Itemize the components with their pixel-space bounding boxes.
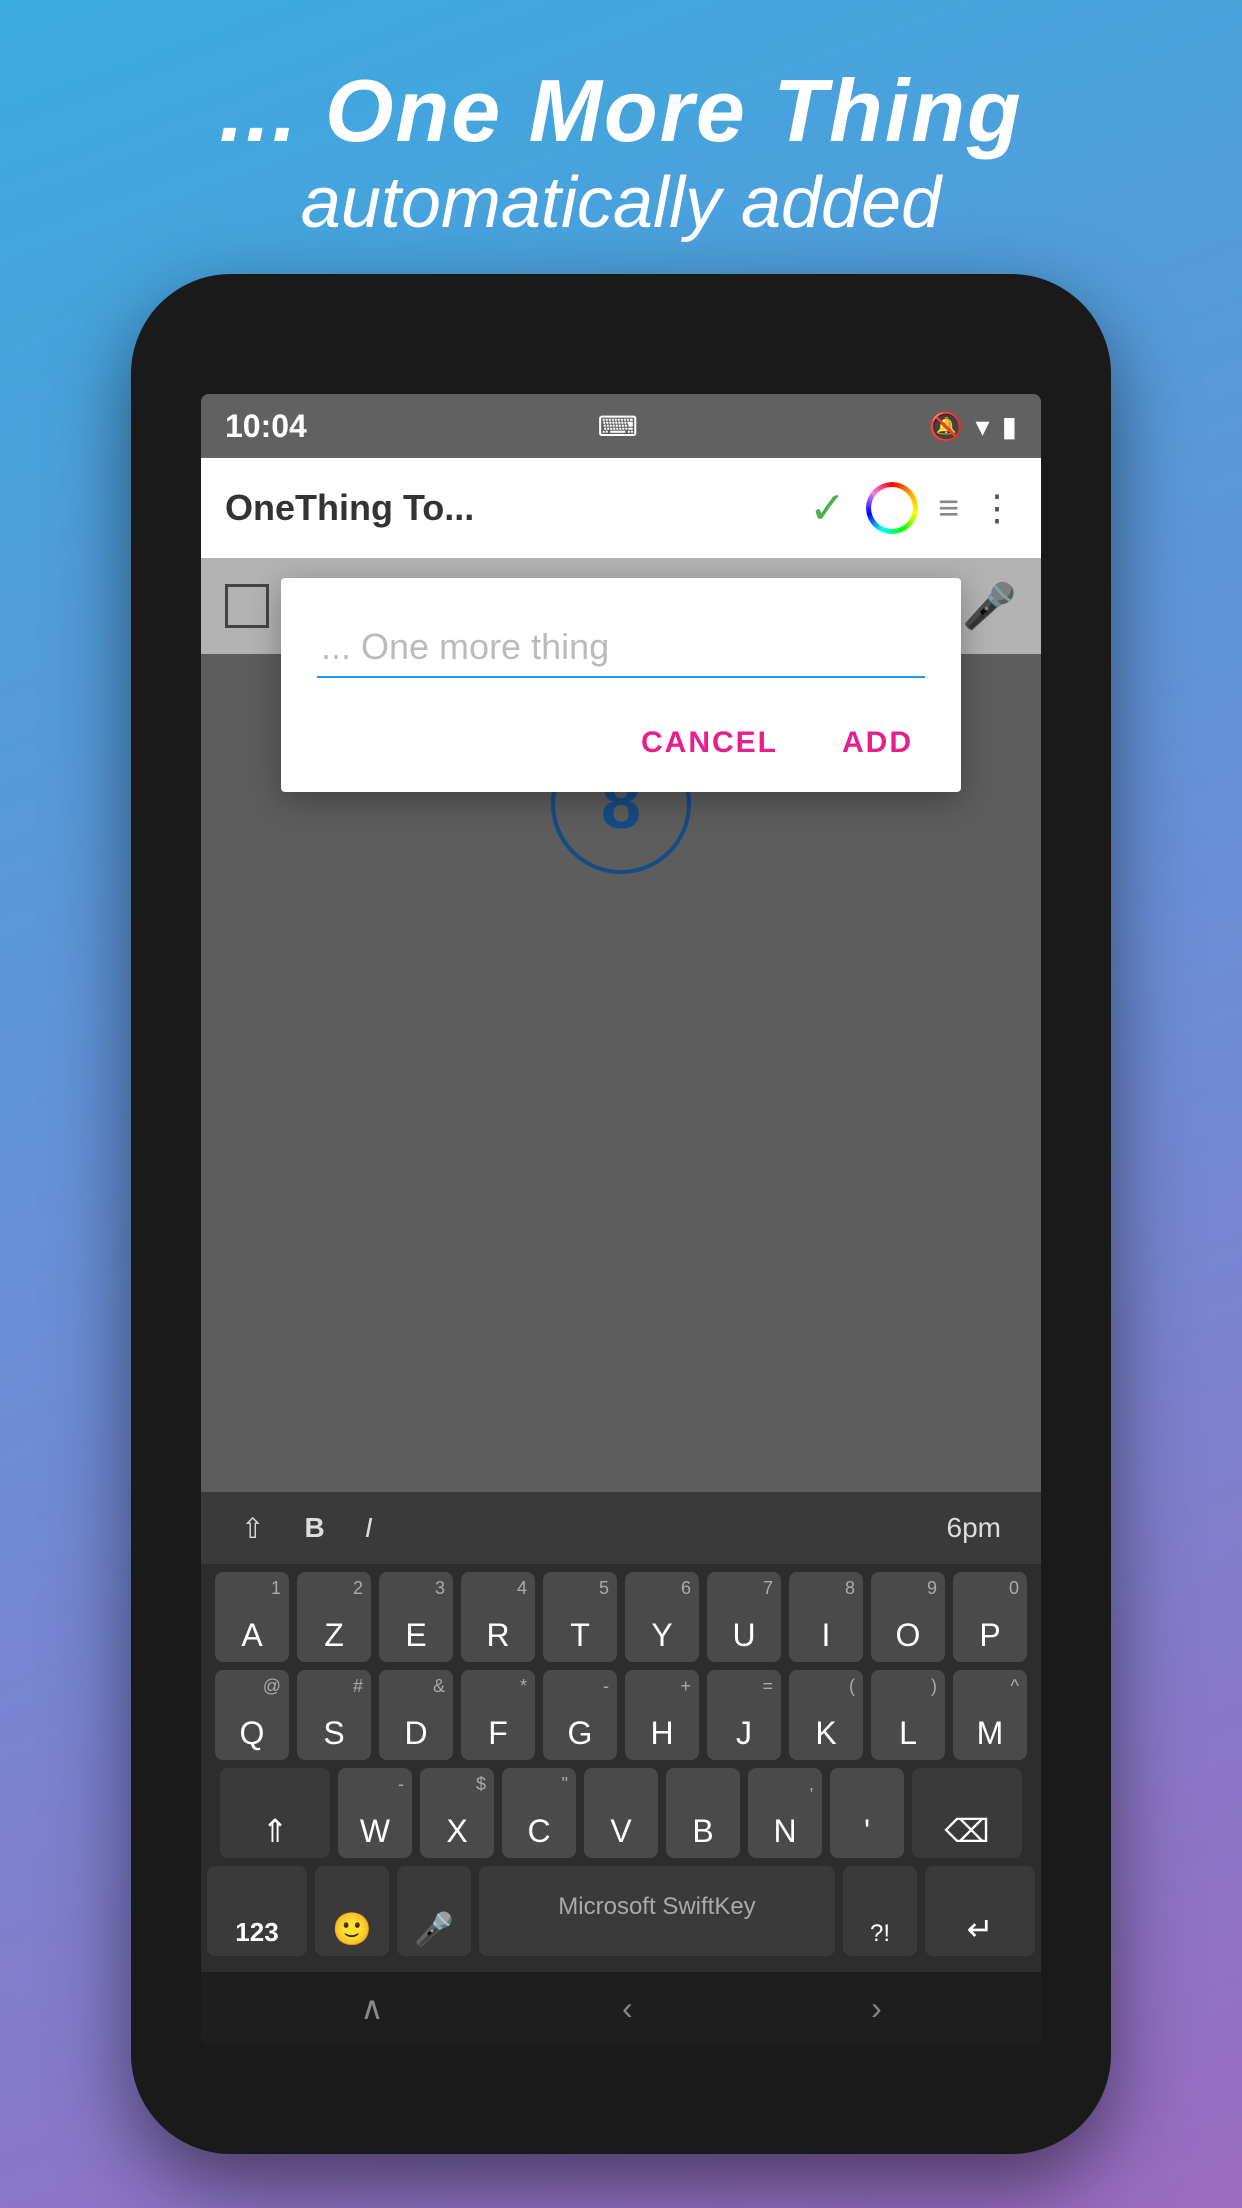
keyboard-icon: ⌨ [598, 410, 638, 443]
dialog-buttons: CANCEL ADD [317, 718, 925, 768]
key-c[interactable]: "C [502, 1768, 576, 1858]
time-suggestion[interactable]: 6pm [927, 1492, 1021, 1564]
key-z[interactable]: 2Z [297, 1572, 371, 1662]
key-e[interactable]: 3E [379, 1572, 453, 1662]
header-main: One More Thing [325, 61, 1023, 160]
nav-back-button[interactable]: ∧ [360, 1989, 383, 2027]
key-row-1: 1A 2Z 3E 4R 5T 6Y 7U 8I 9O 0P [207, 1572, 1035, 1662]
keyboard-rows: 1A 2Z 3E 4R 5T 6Y 7U 8I 9O 0P @Q #S &D *… [201, 1564, 1041, 1972]
nav-bar: ∧ ‹ › [201, 1972, 1041, 2044]
nav-home-button[interactable]: ‹ [622, 1990, 633, 2027]
one-more-thing-input[interactable] [317, 618, 925, 678]
header-section: ... One More Thing automatically added [219, 60, 1023, 244]
key-r[interactable]: 4R [461, 1572, 535, 1662]
key-row-3: ⇑ -W $X "C V B ,N ' ⌫ [207, 1768, 1035, 1858]
dialog-overlay: CANCEL ADD [201, 558, 1041, 1492]
key-n[interactable]: ,N [748, 1768, 822, 1858]
status-bar: 10:04 ⌨ 🔕 ▾ ▮ [201, 394, 1041, 458]
key-g[interactable]: -G [543, 1670, 617, 1760]
emoji-key[interactable]: 🙂 [315, 1866, 389, 1956]
phone-frame: 10:04 ⌨ 🔕 ▾ ▮ OneThing To... ✓ ≡ ⋮ One g… [131, 274, 1111, 2154]
key-y[interactable]: 6Y [625, 1572, 699, 1662]
key-t[interactable]: 5T [543, 1572, 617, 1662]
space-key[interactable]: Microsoft SwiftKey [479, 1866, 835, 1956]
header-title: ... One More Thing [219, 60, 1023, 162]
enter-key[interactable]: ↵ [925, 1866, 1035, 1956]
key-b[interactable]: B [666, 1768, 740, 1858]
wifi-icon: ▾ [976, 410, 990, 443]
header-subtitle: automatically added [219, 162, 1023, 244]
content-area: One great thing to do 🎤 CANCEL ADD 8 [201, 558, 1041, 1492]
key-row-2: @Q #S &D *F -G +H =J (K )L ^M [207, 1670, 1035, 1760]
shift-key[interactable]: ⇑ [220, 1768, 330, 1858]
key-d[interactable]: &D [379, 1670, 453, 1760]
checkmark-icon[interactable]: ✓ [809, 483, 846, 534]
italic-toolbar-button[interactable]: I [345, 1492, 393, 1564]
app-bar: OneThing To... ✓ ≡ ⋮ [201, 458, 1041, 558]
cancel-button[interactable]: CANCEL [629, 718, 790, 768]
battery-icon: ▮ [1002, 410, 1017, 443]
shift-toolbar-icon[interactable]: ⇧ [221, 1492, 284, 1564]
voice-key[interactable]: 🎤 [397, 1866, 471, 1956]
key-j[interactable]: =J [707, 1670, 781, 1760]
key-i[interactable]: 8I [789, 1572, 863, 1662]
add-button[interactable]: ADD [830, 718, 925, 768]
key-p[interactable]: 0P [953, 1572, 1027, 1662]
key-m[interactable]: ^M [953, 1670, 1027, 1760]
key-row-4: 123 🙂 🎤 Microsoft SwiftKey ?! ↵ [207, 1866, 1035, 1956]
key-s[interactable]: #S [297, 1670, 371, 1760]
key-a[interactable]: 1A [215, 1572, 289, 1662]
keyboard-toolbar: ⇧ B I 6pm [201, 1492, 1041, 1564]
key-k[interactable]: (K [789, 1670, 863, 1760]
status-icons: 🔕 ▾ ▮ [929, 410, 1017, 443]
key-x[interactable]: $X [420, 1768, 494, 1858]
numbers-key[interactable]: 123 [207, 1866, 307, 1956]
key-v[interactable]: V [584, 1768, 658, 1858]
delete-key[interactable]: ⌫ [912, 1768, 1022, 1858]
key-u[interactable]: 7U [707, 1572, 781, 1662]
phone-screen: 10:04 ⌨ 🔕 ▾ ▮ OneThing To... ✓ ≡ ⋮ One g… [201, 394, 1041, 2044]
list-icon[interactable]: ≡ [938, 487, 959, 529]
key-l[interactable]: )L [871, 1670, 945, 1760]
bell-icon: 🔕 [929, 410, 964, 443]
status-time: 10:04 [225, 408, 307, 445]
key-q[interactable]: @Q [215, 1670, 289, 1760]
key-h[interactable]: +H [625, 1670, 699, 1760]
key-f[interactable]: *F [461, 1670, 535, 1760]
rainbow-circle-icon[interactable] [866, 482, 918, 534]
menu-icon[interactable]: ⋮ [979, 487, 1017, 529]
nav-recent-button[interactable]: › [871, 1990, 882, 2027]
app-title: OneThing To... [225, 487, 789, 529]
dialog: CANCEL ADD [281, 578, 961, 792]
punctuation-key[interactable]: ?! [843, 1866, 917, 1956]
key-apostrophe[interactable]: ' [830, 1768, 904, 1858]
key-o[interactable]: 9O [871, 1572, 945, 1662]
keyboard-area: ⇧ B I 6pm 1A 2Z 3E 4R 5T 6Y 7U 8I 9O [201, 1492, 1041, 2044]
header-prefix: ... [219, 61, 298, 160]
bold-toolbar-button[interactable]: B [284, 1492, 344, 1564]
key-w[interactable]: -W [338, 1768, 412, 1858]
